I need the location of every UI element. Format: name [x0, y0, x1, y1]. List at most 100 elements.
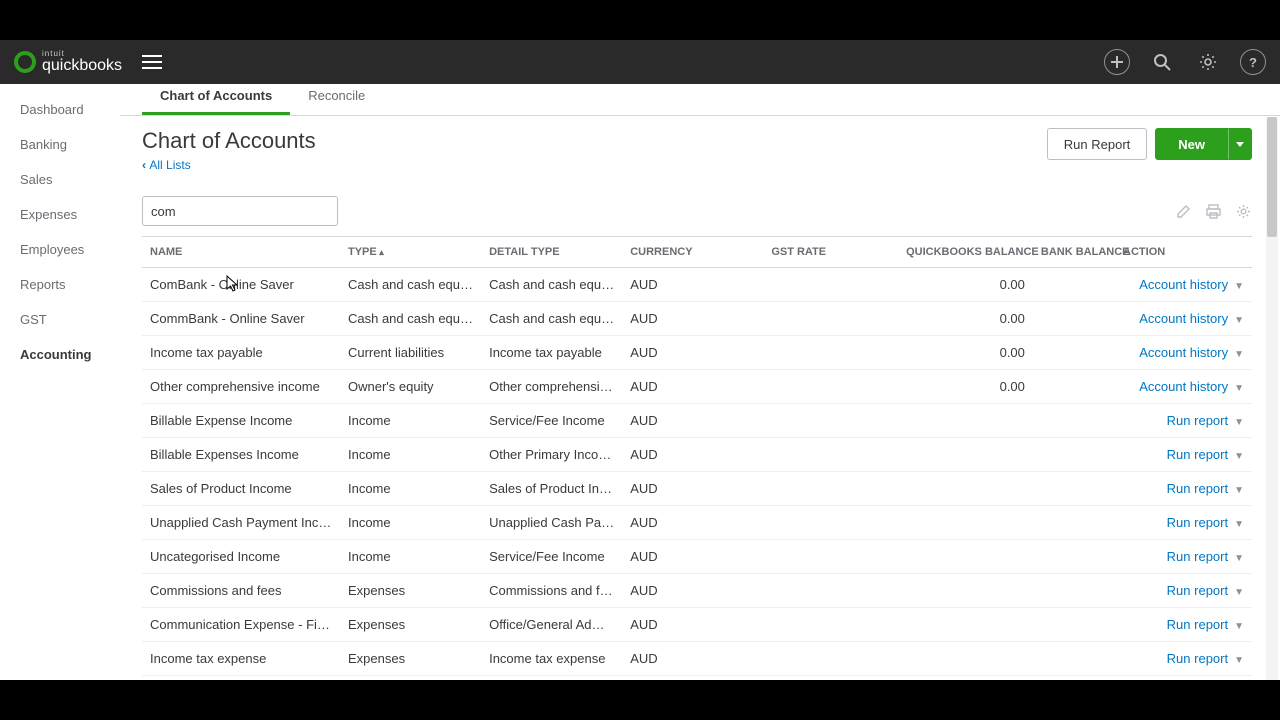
back-link[interactable]: All Lists — [142, 158, 316, 172]
row-action-link[interactable]: Run report — [1167, 549, 1228, 564]
menu-toggle-icon[interactable] — [142, 54, 162, 70]
row-action-dropdown[interactable]: ▼ — [1234, 315, 1244, 326]
row-action-dropdown[interactable]: ▼ — [1234, 485, 1244, 496]
cell-action: Run report ▼ — [1115, 472, 1252, 506]
cell-name[interactable]: Income tax expense — [142, 642, 340, 676]
cell-bank-balance — [1033, 404, 1115, 438]
cell-name[interactable]: Billable Expenses Income — [142, 438, 340, 472]
row-action-dropdown[interactable]: ▼ — [1234, 587, 1244, 598]
logo-icon — [14, 51, 36, 73]
row-action-link[interactable]: Run report — [1167, 413, 1228, 428]
cell-currency: AUD — [622, 506, 763, 540]
cell-name[interactable]: Other comprehensive income — [142, 370, 340, 404]
help-icon[interactable]: ? — [1240, 49, 1266, 75]
row-action-link[interactable]: Account history — [1139, 277, 1228, 292]
col-type[interactable]: TYPE — [340, 237, 481, 268]
col-name[interactable]: NAME — [142, 237, 340, 268]
tab-chart-of-accounts[interactable]: Chart of Accounts — [142, 84, 290, 115]
print-icon[interactable] — [1204, 202, 1222, 220]
cell-currency: AUD — [622, 608, 763, 642]
col-qb-balance[interactable]: QUICKBOOKS BALANCE — [898, 237, 1033, 268]
cell-gst — [763, 268, 898, 302]
tab-reconcile[interactable]: Reconcile — [290, 84, 383, 115]
cell-bank-balance — [1033, 370, 1115, 404]
new-button-dropdown[interactable] — [1228, 128, 1252, 160]
row-action-link[interactable]: Run report — [1167, 515, 1228, 530]
cell-detail: Other Primary Income — [481, 438, 622, 472]
cell-name[interactable]: Sales of Product Income — [142, 472, 340, 506]
row-action-dropdown[interactable]: ▼ — [1234, 383, 1244, 394]
search-icon[interactable] — [1148, 48, 1176, 76]
cell-detail: Office/General Administr… — [481, 608, 622, 642]
row-action-dropdown[interactable]: ▼ — [1234, 417, 1244, 428]
scrollbar-thumb[interactable] — [1267, 117, 1277, 237]
cell-action: Account history ▼ — [1115, 370, 1252, 404]
cell-qb-balance — [898, 574, 1033, 608]
cell-currency: AUD — [622, 302, 763, 336]
sidebar-item-reports[interactable]: Reports — [0, 267, 120, 302]
col-action[interactable]: ACTION — [1115, 237, 1252, 268]
sidebar-item-employees[interactable]: Employees — [0, 232, 120, 267]
row-action-link[interactable]: Run report — [1167, 481, 1228, 496]
row-action-link[interactable]: Run report — [1167, 583, 1228, 598]
sidebar-item-accounting[interactable]: Accounting — [0, 337, 120, 372]
row-action-dropdown[interactable]: ▼ — [1234, 281, 1244, 292]
cell-gst — [763, 336, 898, 370]
row-action-link[interactable]: Account history — [1139, 345, 1228, 360]
create-icon[interactable] — [1104, 49, 1130, 75]
cell-currency: AUD — [622, 472, 763, 506]
accounts-table: NAME TYPE DETAIL TYPE CURRENCY GST RATE … — [142, 236, 1252, 680]
cell-name[interactable]: Uncategorised Income — [142, 540, 340, 574]
row-action-dropdown[interactable]: ▼ — [1234, 349, 1244, 360]
settings-gear-icon[interactable] — [1234, 202, 1252, 220]
row-action-dropdown[interactable]: ▼ — [1234, 553, 1244, 564]
cell-bank-balance — [1033, 642, 1115, 676]
cell-type: Owner's equity — [340, 370, 481, 404]
gear-icon[interactable] — [1194, 48, 1222, 76]
row-action-dropdown[interactable]: ▼ — [1234, 451, 1244, 462]
row-action-link[interactable]: Account history — [1139, 379, 1228, 394]
table-row: Billable Expenses IncomeIncomeOther Prim… — [142, 438, 1252, 472]
row-action-link[interactable]: Account history — [1139, 311, 1228, 326]
row-action-dropdown[interactable]: ▼ — [1234, 655, 1244, 666]
edit-icon[interactable] — [1174, 202, 1192, 220]
cell-name[interactable]: Unapplied Cash Payment Income — [142, 506, 340, 540]
cell-qb-balance — [898, 540, 1033, 574]
sidebar-item-banking[interactable]: Banking — [0, 127, 120, 162]
cell-name[interactable]: CommBank - Online Saver — [142, 302, 340, 336]
scrollbar[interactable] — [1266, 117, 1278, 680]
sidebar-item-expenses[interactable]: Expenses — [0, 197, 120, 232]
col-detail[interactable]: DETAIL TYPE — [481, 237, 622, 268]
row-action-link[interactable]: Run report — [1167, 617, 1228, 632]
row-action-link[interactable]: Run report — [1167, 447, 1228, 462]
cell-detail: Service/Fee Income — [481, 540, 622, 574]
cell-type: Cash and cash equivalents — [340, 268, 481, 302]
cell-currency: AUD — [622, 642, 763, 676]
col-currency[interactable]: CURRENCY — [622, 237, 763, 268]
cell-type: Income — [340, 506, 481, 540]
row-action-link[interactable]: Run report — [1167, 651, 1228, 666]
sidebar-item-dashboard[interactable]: Dashboard — [0, 92, 120, 127]
cell-action: Run report ▼ — [1115, 608, 1252, 642]
new-button[interactable]: New — [1155, 128, 1228, 160]
cell-action: Account history ▼ — [1115, 302, 1252, 336]
cell-name[interactable]: Income tax payable — [142, 336, 340, 370]
sidebar-item-sales[interactable]: Sales — [0, 162, 120, 197]
cell-name[interactable]: Billable Expense Income — [142, 404, 340, 438]
cell-gst — [763, 642, 898, 676]
sidebar-item-gst[interactable]: GST — [0, 302, 120, 337]
col-bank-balance[interactable]: BANK BALANCE — [1033, 237, 1115, 268]
cell-name[interactable]: ComBank - Online Saver — [142, 268, 340, 302]
cell-type: Income — [340, 404, 481, 438]
cell-name[interactable]: Commissions and fees — [142, 574, 340, 608]
row-action-dropdown[interactable]: ▼ — [1234, 519, 1244, 530]
table-row: Income tax payableCurrent liabilitiesInc… — [142, 336, 1252, 370]
cell-name[interactable]: Communication Expense - Fixed — [142, 608, 340, 642]
row-action-dropdown[interactable]: ▼ — [1234, 621, 1244, 632]
cell-type: Expenses — [340, 574, 481, 608]
logo[interactable]: intuit quickbooks — [14, 50, 122, 74]
col-gst[interactable]: GST RATE — [763, 237, 898, 268]
cell-detail: Income tax expense — [481, 642, 622, 676]
run-report-button[interactable]: Run Report — [1047, 128, 1147, 160]
filter-input[interactable] — [142, 196, 338, 226]
